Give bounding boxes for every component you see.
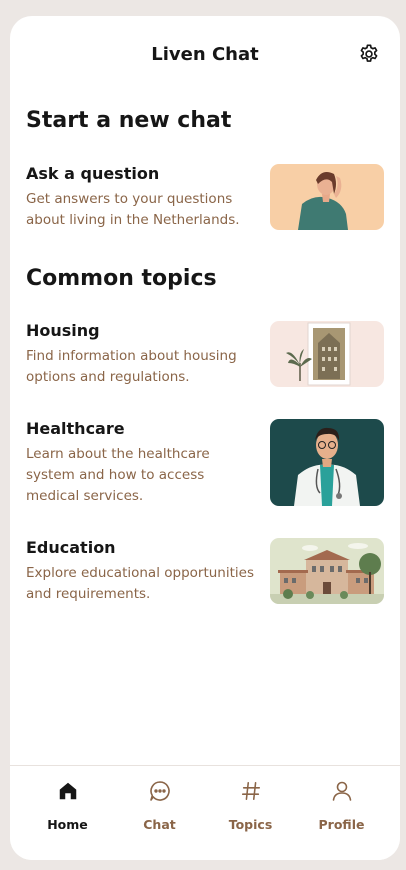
app-title: Liven Chat [151, 44, 259, 65]
app-screen: Liven Chat Start a new chat Ask a questi… [10, 16, 400, 860]
card-description: Get answers to your questions about livi… [26, 191, 240, 228]
hash-icon [240, 778, 262, 804]
chat-bubble-icon [148, 778, 172, 804]
user-icon [330, 778, 354, 804]
header: Liven Chat [10, 16, 400, 96]
tab-topics[interactable]: Topics [202, 766, 299, 860]
card-description: Find information about housing options a… [26, 348, 237, 385]
housing-illustration [270, 321, 384, 387]
ask-question-illustration [270, 164, 384, 230]
topic-card-education[interactable]: Education Explore educational opportunit… [26, 538, 384, 606]
card-title: Housing [26, 321, 100, 340]
common-topics-heading: Common topics [26, 266, 217, 291]
tab-label: Profile [318, 817, 365, 832]
tab-label: Chat [143, 817, 176, 832]
tab-home[interactable]: Home [19, 766, 116, 860]
topic-card-healthcare[interactable]: Healthcare Learn about the healthcare sy… [26, 419, 384, 507]
card-title: Education [26, 538, 116, 557]
tab-label: Topics [228, 817, 273, 832]
new-chat-heading: Start a new chat [26, 108, 232, 133]
gear-icon [358, 43, 380, 69]
settings-button[interactable] [356, 43, 382, 69]
tab-profile[interactable]: Profile [293, 766, 390, 860]
card-title: Healthcare [26, 419, 125, 438]
card-description: Explore educational opportunities and re… [26, 565, 254, 602]
card-description: Learn about the healthcare system and ho… [26, 446, 210, 504]
topic-card-housing[interactable]: Housing Find information about housing o… [26, 321, 384, 389]
tab-label: Home [47, 817, 88, 832]
home-icon [57, 778, 79, 804]
healthcare-illustration [270, 419, 384, 506]
ask-question-card[interactable]: Ask a question Get answers to your quest… [26, 164, 384, 232]
education-illustration [270, 538, 384, 604]
tab-chat[interactable]: Chat [111, 766, 208, 860]
bottom-tab-bar: Home Chat Topics Profile [10, 765, 400, 860]
card-title: Ask a question [26, 164, 160, 183]
